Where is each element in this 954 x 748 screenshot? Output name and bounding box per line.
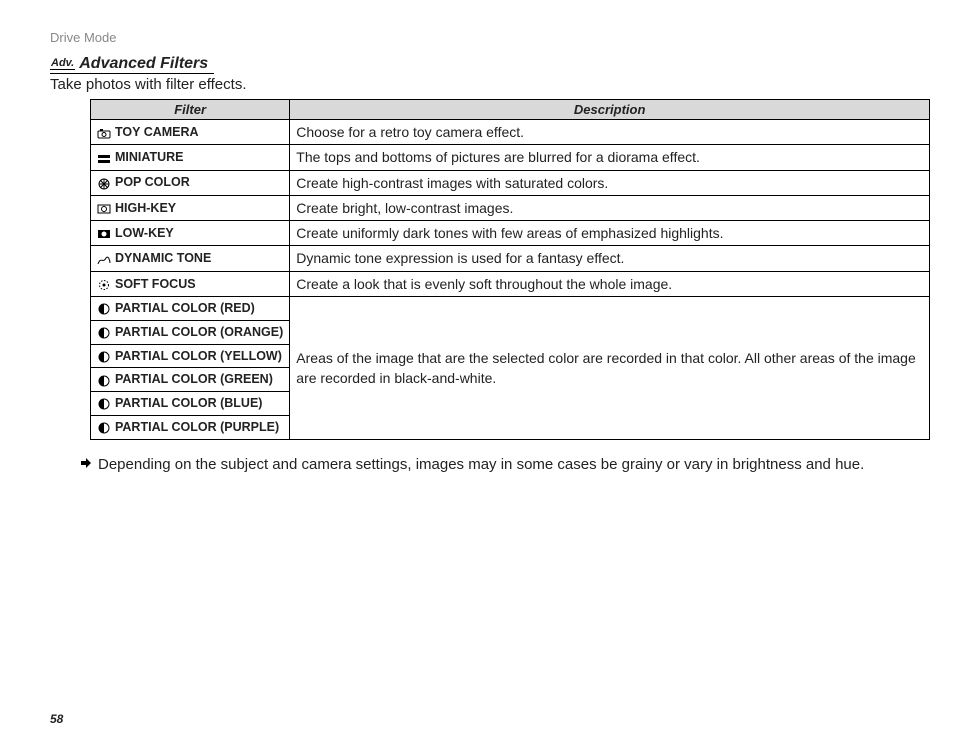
mini-icon bbox=[97, 149, 111, 167]
low-icon bbox=[97, 225, 111, 243]
filter-name-cell: TOY CAMERA bbox=[91, 120, 290, 145]
table-row: LOW-KEY Create uniformly dark tones with … bbox=[91, 221, 930, 246]
page-number: 58 bbox=[50, 712, 63, 726]
filter-name: PARTIAL COLOR (BLUE) bbox=[115, 396, 262, 410]
soft-icon bbox=[97, 275, 111, 293]
breadcrumb: Drive Mode bbox=[50, 30, 904, 45]
filter-name: PARTIAL COLOR (RED) bbox=[115, 301, 255, 315]
dyn-icon bbox=[97, 250, 111, 268]
filter-name: POP COLOR bbox=[115, 175, 190, 189]
filter-name: PARTIAL COLOR (GREEN) bbox=[115, 372, 273, 386]
filter-name: PARTIAL COLOR (ORANGE) bbox=[115, 325, 283, 339]
partial-icon bbox=[97, 347, 111, 365]
filter-name-cell: LOW-KEY bbox=[91, 221, 290, 246]
table-row: PARTIAL COLOR (RED)Areas of the image th… bbox=[91, 297, 930, 321]
filter-desc-cell: Create uniformly dark tones with few are… bbox=[290, 221, 930, 246]
filter-name-cell: SOFT FOCUS bbox=[91, 271, 290, 296]
adv-icon: Adv. bbox=[50, 58, 75, 70]
filter-name: DYNAMIC TONE bbox=[115, 251, 211, 265]
table-row: DYNAMIC TONE Dynamic tone expression is u… bbox=[91, 246, 930, 271]
partial-icon bbox=[97, 371, 111, 389]
footnote: Depending on the subject and camera sett… bbox=[80, 454, 904, 476]
filter-desc-cell: Areas of the image that are the selected… bbox=[290, 297, 930, 440]
table-row: MINIATURE The tops and bottoms of picture… bbox=[91, 145, 930, 170]
table-row: TOY CAMERA Choose for a retro toy camera … bbox=[91, 120, 930, 145]
filter-name: PARTIAL COLOR (YELLOW) bbox=[115, 349, 282, 363]
filter-name-cell: PARTIAL COLOR (ORANGE) bbox=[91, 320, 290, 344]
filter-desc-cell: Create high-contrast images with saturat… bbox=[290, 170, 930, 195]
filter-desc-cell: The tops and bottoms of pictures are blu… bbox=[290, 145, 930, 170]
filter-name: SOFT FOCUS bbox=[115, 277, 196, 291]
filter-desc-cell: Dynamic tone expression is used for a fa… bbox=[290, 246, 930, 271]
table-header-description: Description bbox=[290, 100, 930, 120]
note-bullet-icon bbox=[80, 454, 92, 476]
filter-name: PARTIAL COLOR (PURPLE) bbox=[115, 420, 279, 434]
pop-icon bbox=[97, 174, 111, 192]
toy-icon bbox=[97, 123, 111, 141]
filter-name-cell: PARTIAL COLOR (GREEN) bbox=[91, 368, 290, 392]
partial-icon bbox=[97, 323, 111, 341]
footnote-text: Depending on the subject and camera sett… bbox=[98, 454, 864, 476]
partial-icon bbox=[97, 395, 111, 413]
filters-table: Filter Description TOY CAMERA Choose for … bbox=[90, 99, 930, 440]
high-icon bbox=[97, 199, 111, 217]
filter-name-cell: PARTIAL COLOR (PURPLE) bbox=[91, 415, 290, 439]
table-header-filter: Filter bbox=[91, 100, 290, 120]
filter-name-cell: POP COLOR bbox=[91, 170, 290, 195]
filter-name: TOY CAMERA bbox=[115, 125, 199, 139]
filter-name-cell: PARTIAL COLOR (YELLOW) bbox=[91, 344, 290, 368]
section-title-text: Advanced Filters bbox=[79, 55, 208, 73]
filter-desc-cell: Create bright, low-contrast images. bbox=[290, 195, 930, 220]
section-intro: Take photos with filter effects. bbox=[50, 76, 904, 93]
table-row: HIGH-KEY Create bright, low-contrast imag… bbox=[91, 195, 930, 220]
filter-name: MINIATURE bbox=[115, 150, 184, 164]
table-row: SOFT FOCUS Create a look that is evenly s… bbox=[91, 271, 930, 296]
section-heading: Adv. Advanced Filters bbox=[50, 55, 214, 74]
filter-name-cell: MINIATURE bbox=[91, 145, 290, 170]
filter-name-cell: PARTIAL COLOR (RED) bbox=[91, 297, 290, 321]
partial-icon bbox=[97, 300, 111, 318]
table-row: POP COLOR Create high-contrast images wit… bbox=[91, 170, 930, 195]
filter-name-cell: HIGH-KEY bbox=[91, 195, 290, 220]
filter-name: HIGH-KEY bbox=[115, 201, 176, 215]
partial-icon bbox=[97, 419, 111, 437]
filter-name-cell: PARTIAL COLOR (BLUE) bbox=[91, 392, 290, 416]
filter-desc-cell: Create a look that is evenly soft throug… bbox=[290, 271, 930, 296]
filter-name-cell: DYNAMIC TONE bbox=[91, 246, 290, 271]
filter-desc-cell: Choose for a retro toy camera effect. bbox=[290, 120, 930, 145]
filter-name: LOW-KEY bbox=[115, 226, 174, 240]
